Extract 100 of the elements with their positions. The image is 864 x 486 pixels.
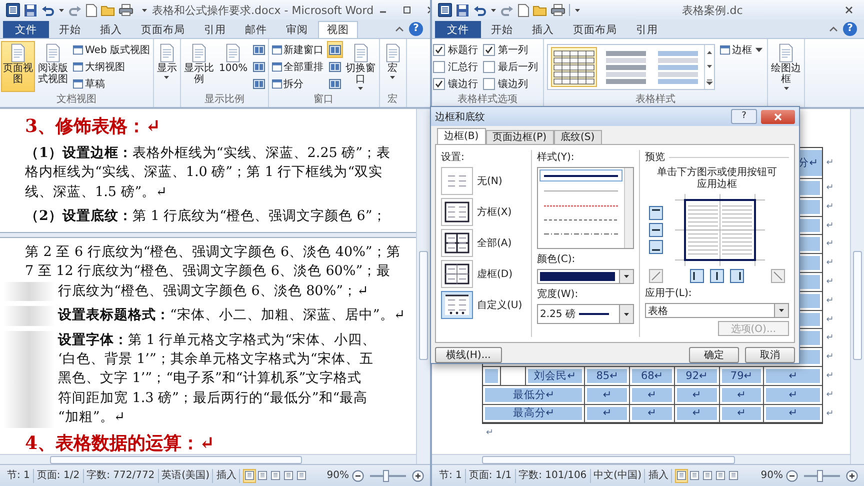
ok-button[interactable]: 确定: [689, 347, 739, 363]
checkbox-option[interactable]: 镶边列: [483, 75, 542, 92]
scroll-down-icon[interactable]: [706, 64, 713, 70]
zoom-in-button[interactable]: [412, 470, 424, 482]
slider-thumb[interactable]: [383, 470, 390, 482]
ribbon-tab[interactable]: 插入: [523, 21, 563, 38]
printer-icon[interactable]: [551, 4, 565, 16]
width-dropdown[interactable]: 2.25 磅: [537, 304, 634, 324]
file-tab[interactable]: 文件: [3, 21, 49, 38]
right-border-button[interactable]: [730, 269, 744, 283]
table-style-gallery[interactable]: [547, 44, 715, 90]
ribbon-tab[interactable]: 插入: [91, 21, 131, 38]
file-tab[interactable]: 文件: [435, 21, 481, 38]
redo-icon[interactable]: [69, 4, 82, 16]
ribbon-tab[interactable]: 页面布局: [132, 21, 194, 38]
close-button[interactable]: [844, 5, 854, 15]
setting-option-button[interactable]: [441, 291, 473, 319]
view-button[interactable]: [688, 468, 702, 482]
checkbox[interactable]: [433, 44, 445, 56]
diagonal-border-button[interactable]: [649, 269, 663, 283]
view-button[interactable]: [256, 468, 270, 482]
undo-icon[interactable]: [473, 4, 486, 16]
checkbox-option[interactable]: 最后一列: [483, 58, 542, 75]
left-border-button[interactable]: [690, 269, 704, 283]
ribbon-button[interactable]: 显示比例: [182, 41, 216, 92]
ribbon-tab[interactable]: 邮件: [236, 21, 276, 38]
ribbon-button[interactable]: 切换窗口: [344, 41, 378, 92]
collapse-ribbon-icon[interactable]: [829, 26, 838, 32]
zoom-level[interactable]: 90%: [760, 470, 783, 481]
dialog-tab[interactable]: 边框(B): [437, 128, 486, 144]
ribbon-button[interactable]: 显示: [154, 41, 179, 92]
new-document-icon[interactable]: [518, 4, 529, 16]
horizontal-line-button[interactable]: 横线(H)...: [435, 347, 502, 363]
view-button[interactable]: [243, 468, 256, 482]
zoom-level[interactable]: 90%: [326, 470, 349, 481]
view-button[interactable]: [269, 468, 282, 482]
new-document-icon[interactable]: [86, 4, 97, 16]
view-button[interactable]: [675, 468, 688, 482]
checkbox[interactable]: [483, 44, 495, 56]
view-button[interactable]: [727, 468, 740, 482]
setting-option-button[interactable]: [441, 229, 473, 257]
view-button[interactable]: [714, 468, 728, 482]
setting-option-button[interactable]: [441, 260, 473, 288]
dialog-tab[interactable]: 页面边框(P): [486, 130, 554, 144]
checkbox-option[interactable]: 镶边行: [433, 75, 482, 92]
ribbon-button[interactable]: 草稿: [71, 75, 152, 92]
slider-thumb[interactable]: [817, 470, 824, 482]
table-style-thumbnail[interactable]: [551, 47, 597, 87]
toolbar-button[interactable]: [326, 41, 343, 58]
center-border-button[interactable]: [710, 269, 724, 283]
view-button[interactable]: [701, 468, 714, 482]
more-icon[interactable]: [706, 78, 713, 85]
line-style-list[interactable]: [537, 167, 634, 249]
view-button[interactable]: [282, 468, 296, 482]
vertical-scrollbar[interactable]: [416, 109, 430, 464]
vertical-scrollbar[interactable]: [850, 109, 864, 464]
checkbox-option[interactable]: 汇总行: [433, 58, 482, 75]
dialog-tab[interactable]: 底纹(S): [554, 130, 602, 144]
ribbon-button[interactable]: 页面视图: [1, 41, 35, 92]
close-button[interactable]: [761, 110, 795, 124]
ribbon-tab[interactable]: 页面布局: [564, 21, 626, 38]
zoom-in-button[interactable]: [846, 470, 858, 482]
ribbon-button[interactable]: Web 版式视图: [71, 41, 152, 58]
ribbon-tab[interactable]: 引用: [195, 21, 235, 38]
ribbon-button[interactable]: 100%: [216, 41, 250, 92]
help-button[interactable]: ?: [409, 22, 423, 36]
bottom-border-button[interactable]: [649, 240, 663, 254]
ribbon-button[interactable]: 阅读版式视图: [36, 41, 70, 92]
app-icon[interactable]: [438, 3, 452, 17]
maximize-button[interactable]: [402, 5, 412, 15]
middle-border-button[interactable]: [649, 223, 663, 237]
horizontal-scrollbar[interactable]: [432, 454, 850, 464]
checkbox[interactable]: [483, 78, 495, 90]
horizontal-scrollbar[interactable]: [0, 454, 416, 464]
redo-icon[interactable]: [501, 4, 514, 16]
collapse-ribbon-icon[interactable]: [395, 26, 404, 32]
checkbox-option[interactable]: 第一列: [483, 41, 542, 58]
checkbox[interactable]: [433, 78, 445, 90]
help-button[interactable]: ?: [843, 22, 857, 36]
cancel-button[interactable]: 取消: [745, 347, 795, 363]
view-button[interactable]: [295, 468, 308, 482]
top-border-button[interactable]: [649, 206, 663, 220]
ribbon-button[interactable]: 宏: [380, 41, 405, 92]
save-icon[interactable]: [24, 4, 37, 16]
ribbon-tab[interactable]: 审阅: [277, 21, 317, 38]
color-dropdown[interactable]: [537, 269, 634, 284]
checkbox-option[interactable]: 标题行: [433, 41, 482, 58]
diagonal-border-button[interactable]: [771, 269, 785, 283]
setting-option-button[interactable]: [441, 198, 473, 226]
scrollbar[interactable]: [624, 168, 633, 248]
ribbon-button[interactable]: 大纲视图: [71, 58, 152, 75]
ribbon-tab[interactable]: 开始: [50, 21, 90, 38]
zoom-out-button[interactable]: [786, 470, 798, 482]
checkbox[interactable]: [483, 60, 495, 72]
help-button[interactable]: ?: [731, 109, 757, 124]
ribbon-button[interactable]: 拆分: [270, 75, 326, 92]
ribbon-button[interactable]: 绘图边框: [769, 41, 803, 92]
ribbon-tab[interactable]: 开始: [482, 21, 522, 38]
ribbon-tab[interactable]: 引用: [627, 21, 667, 38]
checkbox[interactable]: [433, 60, 445, 72]
